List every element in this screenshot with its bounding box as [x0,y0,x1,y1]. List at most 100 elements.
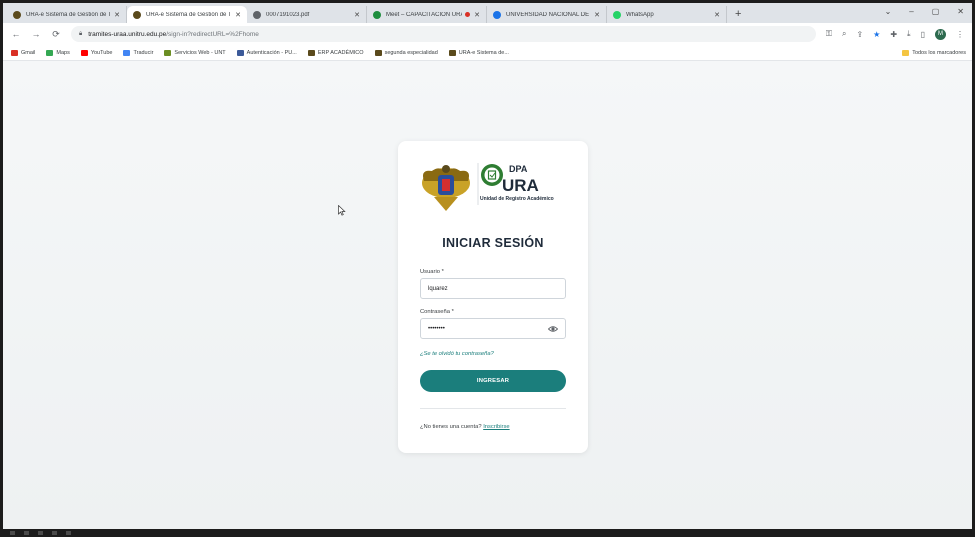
tab-favicon-icon [373,10,381,19]
bookmark-item[interactable]: segunda especialidad [374,49,438,56]
url-host: tramites-uraa.unitru.edu.pe [88,30,167,38]
forward-arrow-icon[interactable]: → [31,29,41,39]
divider [420,408,566,409]
menu-icon[interactable]: ⋮ [956,30,964,39]
bookmark-item[interactable]: Autenticación - PU... [236,49,297,56]
bookmark-favicon-icon [448,49,456,56]
bookmark-label: Traducir [133,49,154,56]
tab-title: URA-e Sistema de Gestión de Tr [26,11,111,18]
login-card: DPA URA Unidad de Registro Académico INI… [398,141,588,453]
tab-favicon-icon [613,10,621,19]
login-button[interactable]: INGRESAR [420,370,566,392]
reload-icon[interactable]: ⟳ [51,29,61,40]
side-panel-icon[interactable]: ▯ [921,30,925,39]
folder-icon [902,50,910,56]
close-tab-icon[interactable]: ✕ [714,11,720,19]
bookmark-label: Servicios Web - UNT [174,49,226,56]
bookmark-item[interactable]: Gmail [11,49,36,56]
password-label: Contraseña * [420,309,454,315]
eye-icon[interactable] [548,324,558,334]
bookmark-favicon-icon [123,49,131,56]
bookmark-favicon-icon [11,49,18,56]
address-bar[interactable]: 🔒︎ tramites-uraa.unitru.edu.pe /sign-in?… [71,26,816,42]
recording-indicator-icon [465,12,471,17]
logo-subtitle: Unidad de Registro Académico [480,196,554,202]
lock-icon[interactable]: 🔒︎ [79,31,82,38]
bookmark-item[interactable]: YouTube [80,49,112,56]
tab-search-icon[interactable]: ⌄ [885,7,892,16]
browser-tab[interactable]: URA-e Sistema de Gestión de Tr ✕ [7,6,127,23]
bookmark-label: Gmail [21,49,36,56]
bookmark-label: URA-e Sistema de... [458,49,509,56]
close-tab-icon[interactable]: ✕ [114,11,120,19]
taskbar-item [10,531,15,535]
tab-title: Meet – CAPACITACIÓN URA [386,11,463,18]
taskbar-item [52,531,57,535]
browser-tab[interactable]: URA-e Sistema de Gestión de Tr ✕ [127,6,247,23]
profile-avatar[interactable]: M [935,28,946,40]
browser-tab[interactable]: Meet – CAPACITACIÓN URA ✕ [367,6,487,23]
browser-window: URA-e Sistema de Gestión de Tr ✕ URA-e Sis… [3,3,972,529]
bookmark-favicon-icon [236,49,244,56]
ura-badge-icon [481,164,503,186]
password-input[interactable]: •••••••• [420,318,566,339]
taskbar-item [24,531,29,535]
all-bookmarks-label: Todos los marcadores [912,50,966,56]
username-input[interactable]: lquarez [420,278,566,299]
university-crest-icon [422,165,470,211]
bookmark-item[interactable]: Traducir [123,49,154,56]
close-window-button[interactable]: ✕ [957,7,964,16]
signup-row: ¿No tienes una cuenta? Inscribirse [420,424,510,430]
bookmark-label: segunda especialidad [384,49,438,56]
browser-tab[interactable]: 0007191023.pdf ✕ [247,6,367,23]
close-tab-icon[interactable]: ✕ [354,11,360,19]
extensions-icon[interactable]: ✚ [890,30,897,39]
close-tab-icon[interactable]: ✕ [474,11,480,19]
browser-tab[interactable]: UNIVERSIDAD NACIONAL DE TR ✕ [487,6,607,23]
bookmark-item[interactable]: Servicios Web - UNT [164,49,226,56]
close-tab-icon[interactable]: ✕ [235,11,241,19]
maximize-button[interactable]: ▢ [932,7,940,16]
bookmark-favicon-icon [374,49,382,56]
signup-link[interactable]: Inscribirse [483,424,509,430]
bookmark-item[interactable]: Maps [46,49,70,56]
tab-title: URA-e Sistema de Gestión de Tr [146,11,232,18]
tab-strip: URA-e Sistema de Gestión de Tr ✕ URA-e Sis… [3,3,972,23]
page-content: DPA URA Unidad de Registro Académico INI… [3,61,972,529]
bookmark-favicon-icon [164,49,172,56]
bookmark-favicon-icon [307,49,315,56]
taskbar-item [66,531,71,535]
username-label: Usuario * [420,269,444,275]
password-value: •••••••• [428,325,445,332]
bookmark-label: Maps [56,49,70,56]
bookmark-star-icon[interactable]: ★ [873,30,880,39]
tab-favicon-icon [253,10,261,19]
tab-favicon-icon [133,10,141,19]
tab-favicon-icon [493,10,501,19]
tab-title: WhatsApp [626,11,654,18]
toolbar-icons: ⚿ ⌕ ⇪ ★ ✚ ⤓ ▯ M ⋮ [826,28,964,40]
bookmark-item[interactable]: URA-e Sistema de... [448,49,509,56]
close-tab-icon[interactable]: ✕ [594,11,600,19]
page-title: INICIAR SESIÓN [442,236,544,250]
tab-title: UNIVERSIDAD NACIONAL DE TR [506,11,591,18]
logo-dpa-text: DPA [509,164,528,174]
download-icon[interactable]: ⤓ [907,29,911,39]
bookmark-item[interactable]: ERP ACADÉMICO [307,49,364,56]
minimize-button[interactable]: – [909,7,913,16]
share-icon[interactable]: ⇪ [856,30,863,39]
tab-favicon-icon [13,10,21,19]
signup-prompt: ¿No tienes una cuenta? [420,424,482,430]
browser-tab[interactable]: WhatsApp ✕ [607,6,727,23]
bookmarks-bar: Gmail Maps YouTube Traducir Servicios Web - … [3,45,972,61]
bookmark-favicon-icon [80,49,88,56]
forgot-password-link[interactable]: ¿Se te olvidó tu contraseña? [420,351,494,357]
key-icon[interactable]: ⚿ [826,29,832,39]
new-tab-button[interactable]: + [735,8,741,20]
back-arrow-icon[interactable]: ← [11,29,21,39]
browser-toolbar: ← → ⟳ 🔒︎ tramites-uraa.unitru.edu.pe /si… [3,23,972,45]
taskbar [0,529,975,537]
zoom-icon[interactable]: ⌕ [842,29,846,39]
taskbar-item [38,531,43,535]
all-bookmarks[interactable]: Todos los marcadores [902,45,966,61]
